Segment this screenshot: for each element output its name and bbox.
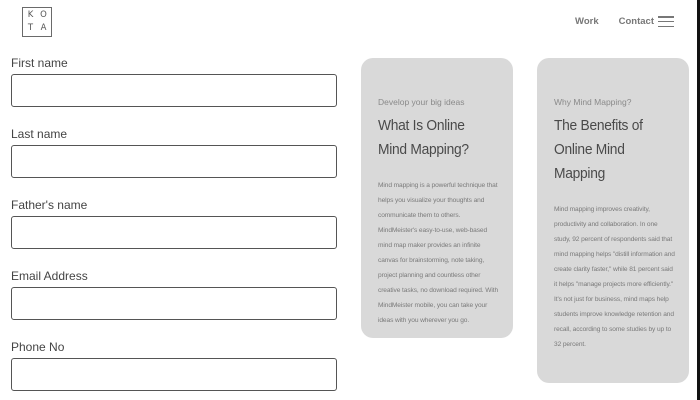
- first-name-field: First name: [11, 54, 337, 107]
- logo-letter-o: O: [40, 10, 47, 21]
- card-body: Mind mapping is a powerful technique tha…: [378, 182, 499, 324]
- page: K O T A Work Contact First name Last nam…: [0, 0, 700, 400]
- card-title: What Is Online Mind Mapping?: [378, 117, 469, 158]
- top-nav: Work Contact: [575, 16, 674, 27]
- kota-logo[interactable]: K O T A: [22, 7, 52, 37]
- logo-letter-k: K: [27, 10, 34, 21]
- logo-letter-a: A: [40, 23, 47, 34]
- phone-field: Phone No: [11, 338, 337, 391]
- phone-label: Phone No: [11, 340, 65, 354]
- fathers-name-field: Father's name: [11, 196, 337, 249]
- card-eyebrow: Why Mind Mapping?: [554, 97, 632, 107]
- info-card-benefits: Why Mind Mapping? The Benefits of Online…: [537, 58, 689, 383]
- card-title: The Benefits of Online Mind Mapping: [554, 117, 643, 182]
- contact-form: First name Last name Father's name Email…: [11, 54, 337, 400]
- first-name-label: First name: [11, 56, 68, 70]
- nav-contact-link[interactable]: Contact: [619, 16, 654, 27]
- card-eyebrow: Develop your big ideas: [378, 97, 465, 107]
- card-body: Mind mapping improves creativity, produc…: [554, 206, 675, 348]
- email-field: Email Address: [11, 267, 337, 320]
- phone-input[interactable]: [11, 358, 337, 391]
- last-name-label: Last name: [11, 127, 68, 141]
- email-label: Email Address: [11, 269, 88, 283]
- hamburger-menu-icon[interactable]: [658, 16, 674, 27]
- logo-letter-t: T: [27, 23, 34, 34]
- header: K O T A Work Contact: [0, 0, 700, 48]
- last-name-input[interactable]: [11, 145, 337, 178]
- nav-work-link[interactable]: Work: [575, 16, 599, 27]
- fathers-name-label: Father's name: [11, 198, 88, 212]
- last-name-field: Last name: [11, 125, 337, 178]
- first-name-input[interactable]: [11, 74, 337, 107]
- info-card-online-mind-mapping: Develop your big ideas What Is Online Mi…: [361, 58, 513, 338]
- fathers-name-input[interactable]: [11, 216, 337, 249]
- email-input[interactable]: [11, 287, 337, 320]
